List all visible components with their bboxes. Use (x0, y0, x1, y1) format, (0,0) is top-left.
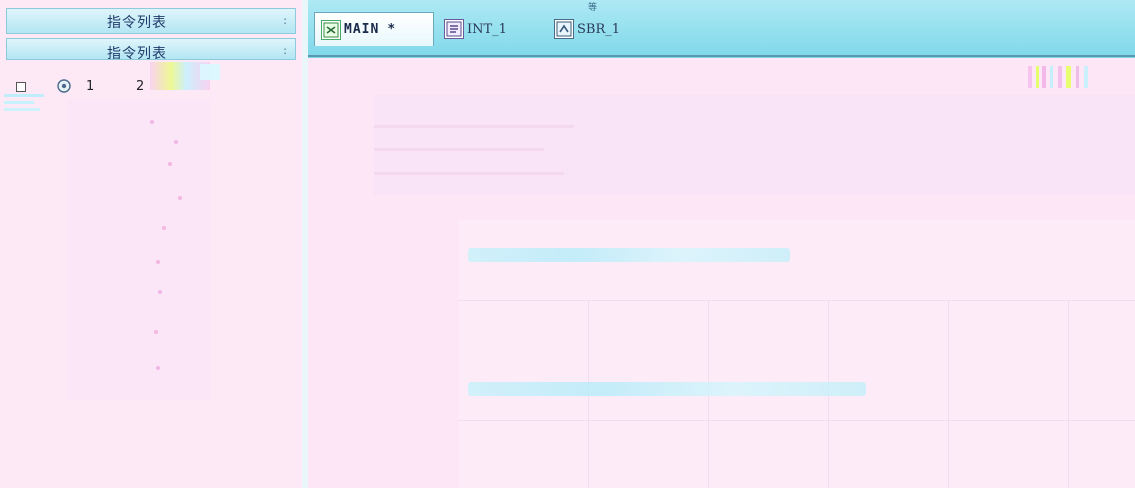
noise-lines (4, 94, 44, 111)
tree-item-number: 1 (86, 79, 95, 94)
tab-sbr-1-label: SBR_1 (577, 21, 621, 37)
program-block-icon (321, 19, 341, 40)
tab-int-1[interactable]: INT_1 (444, 12, 507, 46)
noise-patch (200, 64, 220, 80)
network-divider (458, 300, 1135, 301)
comment-line (374, 125, 574, 128)
program-tab-bar: 等 MAIN * INT_1 SBR_1 (308, 0, 1135, 58)
network-divider (458, 420, 1135, 421)
tree-dot (156, 366, 160, 370)
tab-main[interactable]: MAIN * (314, 12, 434, 46)
instruction-list-header[interactable]: 指令列表 : (6, 8, 296, 34)
project-icon (56, 78, 72, 94)
noise-stripes (1028, 66, 1088, 88)
pin-icon-2[interactable]: : (283, 44, 287, 57)
comment-line (374, 148, 544, 151)
subroutine-block-icon (554, 19, 574, 39)
tree-column (68, 100, 210, 400)
instruction-list-title-2: 指令列表 (107, 46, 167, 60)
pin-icon[interactable]: : (283, 14, 287, 27)
tree-dot (178, 196, 182, 200)
tree-item-number-2: 2 (136, 79, 145, 94)
grid-line (1068, 300, 1069, 488)
editor-toolbar-strip (308, 60, 1135, 90)
program-editor: 等 MAIN * INT_1 SBR_1 (308, 0, 1135, 488)
interrupt-block-icon (444, 19, 464, 39)
instruction-tree-panel: 指令列表 : 指令列表 : 1 2 (0, 0, 302, 488)
tree-dot (162, 226, 166, 230)
tree-dot (174, 140, 178, 144)
instruction-list-header-2[interactable]: 指令列表 : (6, 38, 296, 60)
instruction-list-title: 指令列表 (107, 15, 167, 31)
tree-dot (168, 162, 172, 166)
network-comment-2[interactable] (468, 382, 866, 396)
tree-dot (156, 260, 160, 264)
comment-line (374, 172, 564, 175)
network-comment-1[interactable] (468, 248, 790, 262)
grid-line (948, 300, 949, 488)
tree-dot (150, 120, 154, 124)
tabbar-border (308, 55, 1135, 57)
tab-int-1-label: INT_1 (467, 21, 507, 37)
tab-sbr-1[interactable]: SBR_1 (554, 12, 620, 46)
tree-dot (154, 330, 158, 334)
modified-marker: * (387, 22, 397, 37)
program-comment-area (374, 95, 1135, 195)
tree-dot (158, 290, 162, 294)
tab-main-label: MAIN (344, 22, 380, 37)
